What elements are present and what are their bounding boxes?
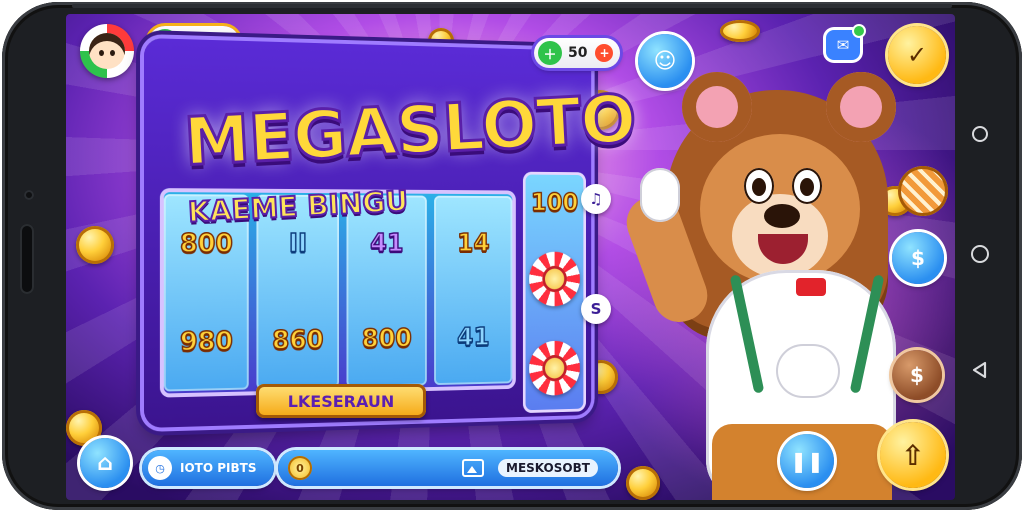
circle-icon [972,126,988,142]
earpiece-speaker [20,224,34,294]
reel-4[interactable]: 14 41 [434,195,513,386]
circle-icon [971,245,989,263]
clock-icon: ◷ [148,456,172,480]
image-icon [462,459,484,477]
bear-glove [640,168,680,222]
side-blue-button[interactable]: $ [892,232,944,284]
bear-bowtie [796,278,826,296]
profile-avatar-button[interactable] [80,24,134,78]
reel-symbol: 800 [179,228,233,259]
android-nav-bar [958,102,1002,402]
reel-symbol: 14 [456,228,490,258]
recents-button[interactable] [966,120,994,148]
chat-icon: ✉ [836,36,850,54]
face-icon [89,33,125,69]
message-pill[interactable]: 0 MESKOSOBT [278,450,618,486]
music-note-icon: ♫ [589,190,603,208]
phone-top-edge [72,4,952,8]
s-button[interactable]: S [581,294,611,324]
notification-dot [852,24,866,38]
reel-symbol: 41 [369,228,404,258]
home-nav-button[interactable] [966,240,994,268]
bear-eye [792,168,822,204]
side-brown-button[interactable]: $ [892,350,942,400]
chat-button[interactable]: ✉ [826,24,866,60]
reel-symbol: 860 [271,324,324,356]
triangle-back-icon [972,361,987,379]
pause-icon: ❚❚ [790,449,824,473]
friends-button[interactable]: ☺ [638,34,692,88]
score-badge[interactable]: ＋ 50 + [534,38,620,68]
lkeseraun-banner-button[interactable]: LKESERAUN [256,384,426,418]
slot-side-controls: ♫ S [576,144,616,364]
home-button[interactable]: ⌂ [80,438,130,488]
s-icon: S [590,300,602,318]
reel-symbol: II [288,228,308,259]
points-text: IOTO PIBTS [180,461,257,475]
coin-decoration [720,20,760,42]
arrow-up-icon: ⇧ [901,438,925,472]
reel-symbol: 800 [361,323,413,354]
bonus-value: 100 [530,188,579,218]
points-pill[interactable]: ◷ IOTO PIBTS [142,450,274,486]
pause-button[interactable]: ❚❚ [780,434,834,488]
reel-symbol: 41 [456,322,490,353]
chip-icon [529,340,580,396]
phone-frame: ✓ O T 800 980 II 860 41 800 14 [2,2,1022,510]
coin-icon: 0 [288,456,312,480]
chip-icon: $ [911,246,925,270]
message-text: MESKOSOBT [498,459,598,477]
back-nav-button[interactable] [966,356,994,384]
music-button[interactable]: ♫ [581,184,611,214]
checkmark-gear-icon: ✓ [906,41,928,69]
bear-ear [682,72,752,142]
dollar-icon: $ [910,363,924,387]
reel-3[interactable]: 41 800 [346,195,427,388]
bear-hand [776,344,840,398]
coin-decoration [76,226,114,264]
spin-button[interactable]: ⇧ [880,422,946,488]
score-text: 50 [568,45,588,61]
face-swirl-icon: ☺ [653,48,677,74]
add-icon: + [595,44,614,62]
plus-circle-icon: ＋ [538,41,562,65]
game-screen: ✓ O T 800 980 II 860 41 800 14 [66,14,955,500]
bear-nose [764,204,800,228]
settings-button[interactable]: ✓ [888,26,946,84]
bear-eye [744,168,774,204]
chip-icon [529,251,580,307]
front-camera [24,190,34,200]
house-icon: ⌂ [97,450,113,476]
bear-ear [826,72,896,142]
reel-symbol: 980 [179,325,233,357]
